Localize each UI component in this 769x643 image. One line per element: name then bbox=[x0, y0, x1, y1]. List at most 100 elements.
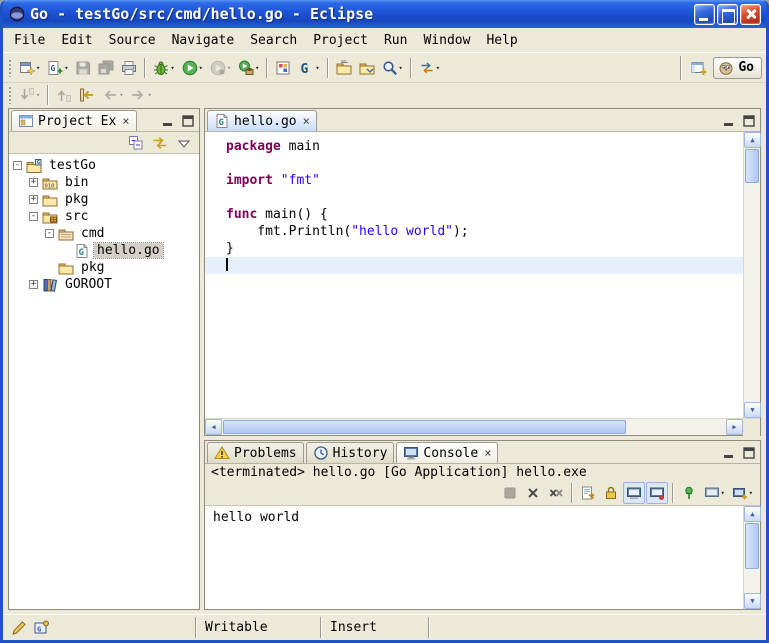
close-editor-icon[interactable]: × bbox=[303, 115, 310, 127]
go-perspective-button[interactable]: Go bbox=[713, 57, 762, 79]
forward-button[interactable]: ▾ bbox=[127, 84, 154, 106]
show-stdout-button[interactable] bbox=[623, 482, 645, 504]
run-button[interactable]: ▾ bbox=[179, 57, 206, 79]
dropdown-arrow-icon[interactable]: ▾ bbox=[399, 64, 403, 72]
minimize-view-button[interactable] bbox=[720, 113, 738, 129]
scroll-up-icon[interactable]: ▲ bbox=[744, 132, 761, 148]
menu-edit[interactable]: Edit bbox=[53, 30, 100, 51]
tree-item-src[interactable]: -src bbox=[9, 208, 199, 225]
next-annotation-button[interactable]: ▾ bbox=[16, 84, 43, 106]
scroll-up-icon[interactable]: ▲ bbox=[744, 506, 761, 522]
menu-search[interactable]: Search bbox=[242, 30, 305, 51]
last-edit-location-button[interactable] bbox=[76, 84, 98, 106]
maximize-view-button[interactable] bbox=[179, 113, 197, 129]
editor-horizontal-scrollbar[interactable]: ◀ ▶ bbox=[205, 419, 743, 435]
run-last-button[interactable]: ▾ bbox=[207, 57, 234, 79]
dropdown-arrow-icon[interactable]: ▾ bbox=[749, 489, 753, 497]
maximize-button[interactable] bbox=[717, 4, 738, 25]
synchronize-button[interactable]: ▾ bbox=[416, 57, 443, 79]
tab-problems[interactable]: Problems bbox=[207, 442, 304, 463]
expand-icon[interactable]: + bbox=[29, 195, 38, 204]
dropdown-arrow-icon[interactable]: ▾ bbox=[436, 64, 440, 72]
menu-project[interactable]: Project bbox=[305, 30, 376, 51]
tree-item-cmd[interactable]: -cmd bbox=[9, 225, 199, 242]
tree-item-pkg[interactable]: +pkg bbox=[9, 191, 199, 208]
pin-console-button[interactable] bbox=[678, 482, 700, 504]
scrollbar-track[interactable] bbox=[744, 522, 760, 593]
minimize-button[interactable] bbox=[694, 4, 715, 25]
search-button[interactable]: ▾ bbox=[379, 57, 406, 79]
open-console-button[interactable]: ▾ bbox=[729, 482, 756, 504]
dropdown-arrow-icon[interactable]: ▾ bbox=[170, 64, 174, 72]
clear-console-button[interactable] bbox=[577, 482, 599, 504]
scrollbar-track[interactable] bbox=[744, 148, 760, 402]
dropdown-arrow-icon[interactable]: ▾ bbox=[721, 489, 725, 497]
dropdown-arrow-icon[interactable]: ▾ bbox=[315, 64, 319, 72]
toolbar-grip[interactable] bbox=[8, 59, 12, 77]
go-tools-button[interactable]: G▾ bbox=[295, 57, 322, 79]
view-menu-button[interactable] bbox=[173, 132, 195, 154]
close-button[interactable] bbox=[740, 4, 761, 25]
dropdown-arrow-icon[interactable]: ▾ bbox=[119, 91, 123, 99]
close-view-icon[interactable]: × bbox=[484, 447, 491, 459]
minimize-view-button[interactable] bbox=[159, 113, 177, 129]
dropdown-arrow-icon[interactable]: ▾ bbox=[64, 64, 68, 72]
save-all-button[interactable] bbox=[95, 57, 117, 79]
pencil-status-icon[interactable] bbox=[11, 620, 27, 636]
tree-item-bin[interactable]: +010bin bbox=[9, 174, 199, 191]
scrollbar-thumb[interactable] bbox=[223, 420, 626, 434]
show-stderr-button[interactable] bbox=[646, 482, 668, 504]
collapse-all-button[interactable] bbox=[125, 132, 147, 154]
collapse-icon[interactable]: - bbox=[13, 161, 22, 170]
save-button[interactable] bbox=[72, 57, 94, 79]
project-explorer-tab[interactable]: Project Ex × bbox=[11, 110, 137, 131]
scrollbar-track[interactable] bbox=[222, 419, 726, 435]
previous-annotation-button[interactable] bbox=[53, 84, 75, 106]
maximize-view-button[interactable] bbox=[740, 113, 758, 129]
tree-item-pkg[interactable]: pkg bbox=[9, 259, 199, 276]
maximize-view-button[interactable] bbox=[740, 445, 758, 461]
menu-file[interactable]: File bbox=[6, 30, 53, 51]
remove-all-launches-button[interactable] bbox=[545, 482, 567, 504]
open-perspective-button[interactable] bbox=[688, 57, 710, 79]
external-tools-button[interactable]: ▾ bbox=[235, 57, 262, 79]
go-launch-icon[interactable]: G bbox=[33, 620, 49, 636]
dropdown-arrow-icon[interactable]: ▾ bbox=[36, 64, 40, 72]
dropdown-arrow-icon[interactable]: ▾ bbox=[255, 64, 259, 72]
close-view-icon[interactable]: × bbox=[122, 115, 129, 127]
scrollbar-thumb[interactable] bbox=[745, 149, 759, 183]
display-console-button[interactable]: ▾ bbox=[701, 482, 728, 504]
dropdown-arrow-icon[interactable]: ▾ bbox=[36, 91, 40, 99]
collapse-icon[interactable]: - bbox=[29, 212, 38, 221]
print-button[interactable] bbox=[118, 57, 140, 79]
menu-source[interactable]: Source bbox=[101, 30, 164, 51]
debug-button[interactable]: ▾ bbox=[150, 57, 177, 79]
code-area[interactable]: package mainimport "fmt"func main() { fm… bbox=[205, 132, 743, 418]
link-with-editor-button[interactable] bbox=[149, 132, 171, 154]
toolbar-grip[interactable] bbox=[8, 86, 12, 104]
dropdown-arrow-icon[interactable]: ▾ bbox=[227, 64, 231, 72]
console-vertical-scrollbar[interactable]: ▲ ▼ bbox=[743, 506, 760, 609]
remove-launch-button[interactable] bbox=[522, 482, 544, 504]
back-button[interactable]: ▾ bbox=[99, 84, 126, 106]
tab-console[interactable]: Console× bbox=[396, 442, 498, 463]
menu-window[interactable]: Window bbox=[415, 30, 478, 51]
new-go-element-button[interactable]: G▾ bbox=[44, 57, 71, 79]
editor-vertical-scrollbar[interactable]: ▲ ▼ bbox=[743, 132, 760, 418]
menu-navigate[interactable]: Navigate bbox=[164, 30, 243, 51]
dropdown-arrow-icon[interactable]: ▾ bbox=[147, 91, 151, 99]
terminate-button[interactable] bbox=[499, 482, 521, 504]
tree-item-hello-go[interactable]: Ghello.go bbox=[9, 242, 199, 259]
tree-item-goroot[interactable]: +GOROOT bbox=[9, 276, 199, 293]
scroll-lock-button[interactable] bbox=[600, 482, 622, 504]
title-bar[interactable]: Go - testGo/src/cmd/hello.go - Eclipse bbox=[3, 0, 766, 28]
menu-help[interactable]: Help bbox=[478, 30, 525, 51]
open-resource-button[interactable] bbox=[356, 57, 378, 79]
new-wizard-button[interactable]: ▾ bbox=[16, 57, 43, 79]
scroll-down-icon[interactable]: ▼ bbox=[744, 593, 761, 609]
scroll-left-icon[interactable]: ◀ bbox=[205, 419, 222, 435]
menu-run[interactable]: Run bbox=[376, 30, 415, 51]
open-task-button[interactable] bbox=[333, 57, 355, 79]
expand-icon[interactable]: + bbox=[29, 280, 38, 289]
expand-icon[interactable]: + bbox=[29, 178, 38, 187]
